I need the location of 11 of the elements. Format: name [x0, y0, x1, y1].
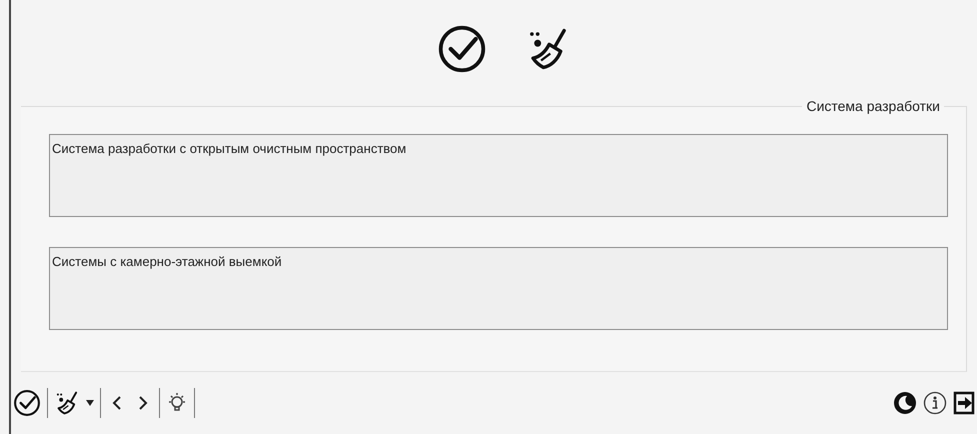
caret-icon[interactable]: [86, 400, 94, 406]
confirm-button[interactable]: [437, 24, 487, 74]
confirm-button[interactable]: [13, 389, 41, 417]
clear-button[interactable]: [54, 390, 80, 416]
info-button[interactable]: [923, 391, 947, 415]
lightbulb-button[interactable]: [166, 392, 188, 414]
group-title: Система разработки: [805, 98, 941, 114]
option-button[interactable]: Системы с камерно-этажной выемкой: [49, 247, 948, 330]
option-button[interactable]: Система разработки с открытым очистным пространством: [49, 134, 948, 217]
moon-button[interactable]: [893, 391, 917, 415]
exit-button[interactable]: [953, 391, 975, 415]
